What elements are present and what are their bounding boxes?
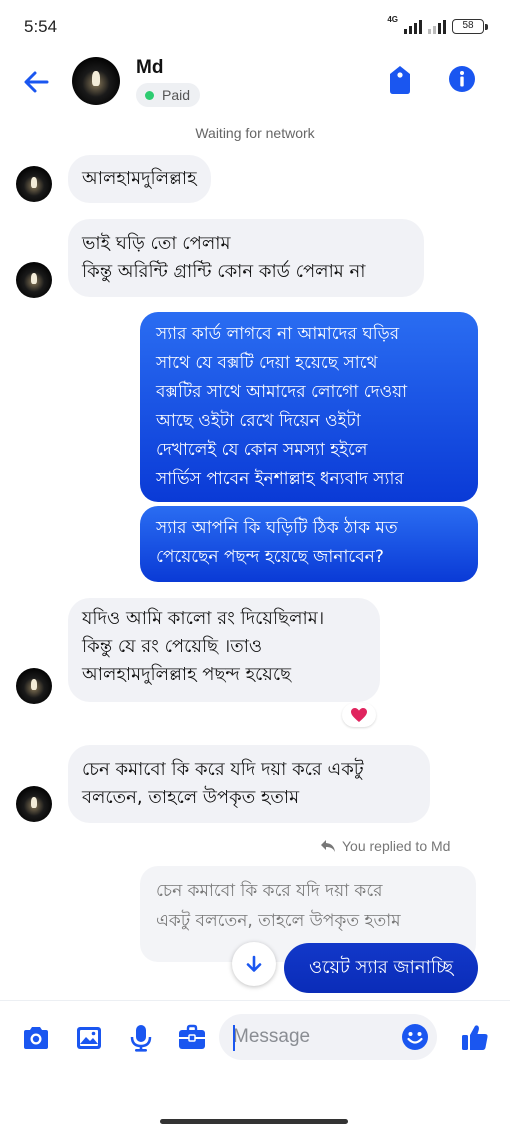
network-status: Waiting for network [195, 125, 315, 141]
battery-icon: 58 [452, 19, 488, 34]
message-text: কিন্তু অরিন্টি গ্রান্টি কোন কার্ড পেলাম … [82, 261, 366, 282]
reply-indicator: You replied to Md [320, 838, 450, 854]
incoming-message[interactable]: ভাই ঘড়ি তো পেলাম কিন্তু অরিন্টি গ্রান্ট… [68, 219, 424, 297]
microphone-icon[interactable] [126, 1023, 156, 1053]
incoming-message[interactable]: যদিও আমি কালো রং দিয়েছিলাম। কিন্তু যে র… [68, 598, 380, 702]
paid-label-text: Paid [162, 87, 191, 103]
camera-icon[interactable] [21, 1023, 51, 1053]
message-text: আছে ওইটা রেখে দিয়েন ওইটা [156, 411, 361, 431]
message-text: পেয়েছেন পছন্দ হয়েছে জানাবেন? [156, 547, 384, 567]
reply-arrow-icon [321, 840, 335, 852]
outgoing-reply-message[interactable]: ওয়েট স্যার জানাচ্ছি [284, 943, 478, 993]
text-cursor [233, 1025, 235, 1051]
sender-avatar[interactable] [16, 786, 52, 822]
arrow-down-icon [246, 955, 262, 972]
sender-avatar[interactable] [16, 668, 52, 704]
status-dot-icon [145, 90, 154, 100]
thumbs-up-icon[interactable] [460, 1023, 490, 1053]
signal-icon [404, 20, 422, 34]
message-text: কিন্তু যে রং পেয়েছি ।তাও [82, 636, 263, 657]
label-tag-icon[interactable] [385, 64, 415, 96]
scroll-to-bottom-button[interactable] [232, 942, 276, 986]
message-text: সার্ভিস পাবেন ইনশাল্লাহ ধন্যবাদ স্যার [156, 469, 404, 489]
emoji-icon[interactable] [401, 1023, 429, 1051]
chat-header: Md Paid [0, 52, 510, 112]
status-icons: 4G 58 [387, 15, 488, 34]
status-time: 5:54 [24, 17, 58, 36]
outgoing-message[interactable]: স্যার কার্ড লাগবে না আমাদের ঘড়ির সাথে য… [140, 312, 478, 502]
message-text: যদিও আমি কালো রং দিয়েছিলাম। [82, 608, 325, 629]
signal-secondary-icon [428, 20, 446, 34]
incoming-message[interactable]: আলহামদুলিল্লাহ [68, 155, 211, 203]
message-text: চেন কমাবো কি করে যদি দয়া করে একটু [82, 759, 364, 780]
message-text: আলহামদুলিল্লাহ [82, 168, 197, 189]
status-bar: 5:54 4G 58 [0, 0, 510, 52]
quoted-text: চেন কমাবো কি করে যদি দয়া করে [156, 881, 383, 901]
sender-avatar[interactable] [16, 262, 52, 298]
contact-avatar[interactable] [72, 57, 120, 105]
outgoing-message[interactable]: স্যার আপনি কি ঘড়িটি ঠিক ঠাক মত পেয়েছেন… [140, 506, 478, 582]
message-text: আলহামদুলিল্লাহ পছন্দ হয়েছে [82, 664, 292, 685]
quoted-text: একটু বলতেন, তাহলে উপকৃত হতাম [156, 911, 401, 931]
contact-name[interactable]: Md [136, 57, 163, 79]
home-indicator [160, 1119, 348, 1124]
image-icon[interactable] [74, 1023, 104, 1053]
message-text: দেখালেই যে কোন সমস্যা হইলে [156, 440, 368, 460]
message-text: বলতেন, তাহলে উপকৃত হতাম [82, 787, 300, 808]
message-text: স্যার আপনি কি ঘড়িটি ঠিক ঠাক মত [156, 518, 398, 538]
message-text: বক্সটির সাথে আমাদের লোগো দেওয়া [156, 382, 408, 402]
back-arrow-icon[interactable] [20, 66, 52, 98]
briefcase-icon[interactable] [177, 1023, 207, 1053]
paid-label-badge[interactable]: Paid [136, 83, 201, 107]
message-text: ভাই ঘড়ি তো পেলাম [82, 233, 231, 254]
network-type-label: 4G [387, 15, 398, 24]
heart-icon [351, 708, 367, 722]
sender-avatar[interactable] [16, 166, 52, 202]
message-text: সাথে যে বক্সটি দেয়া হয়েছে সাথে [156, 353, 378, 373]
reply-note-text: You replied to Md [342, 838, 451, 854]
message-composer [0, 1000, 510, 1076]
info-icon[interactable] [448, 65, 476, 93]
message-text: স্যার কার্ড লাগবে না আমাদের ঘড়ির [156, 324, 400, 344]
incoming-message[interactable]: চেন কমাবো কি করে যদি দয়া করে একটু বলতেন… [68, 745, 430, 823]
heart-reaction[interactable] [342, 703, 376, 727]
